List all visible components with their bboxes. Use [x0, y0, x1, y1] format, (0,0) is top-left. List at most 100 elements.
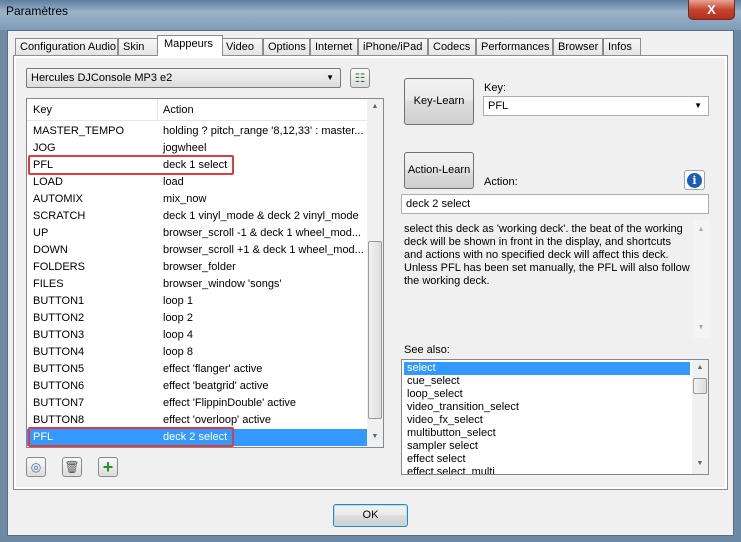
key-learn-button[interactable]: Key-Learn: [404, 78, 474, 125]
tab-codecs[interactable]: Codecs: [428, 38, 476, 56]
tab-options[interactable]: Options: [263, 38, 310, 56]
table-row[interactable]: MASTER_TEMPO holding ? pitch_range '8,12,…: [27, 123, 367, 140]
row-action: effect 'flanger' active: [163, 363, 263, 375]
tab-iphone-ipad[interactable]: iPhone/iPad: [358, 38, 428, 56]
scroll-thumb[interactable]: [693, 378, 707, 394]
row-key: AUTOMIX: [33, 193, 83, 205]
table-row[interactable]: UP browser_scroll -1 & deck 1 wheel_mod..…: [27, 225, 367, 242]
see-also-list[interactable]: select cue_select loop_select video_transit…: [401, 359, 709, 475]
table-row[interactable]: BUTTON1 loop 1: [27, 293, 367, 310]
row-key: LOAD: [33, 176, 63, 188]
row-key: FOLDERS: [33, 261, 85, 273]
title-bar[interactable]: [0, 0, 741, 30]
row-action: effect 'FlippinDouble' active: [163, 397, 297, 409]
trash-icon: 🗑: [64, 460, 80, 474]
tab-internet[interactable]: Internet: [310, 38, 358, 56]
highlight-box: [28, 155, 234, 175]
close-button[interactable]: X: [688, 0, 735, 20]
see-also-item[interactable]: effect select_multi: [404, 466, 690, 474]
row-action: loop 8: [163, 346, 193, 358]
table-row[interactable]: SCRATCH deck 1 vinyl_mode & deck 2 vinyl_…: [27, 208, 367, 225]
tab-video[interactable]: Video: [221, 38, 263, 56]
window-title: Paramètres: [6, 4, 69, 18]
ok-button[interactable]: OK: [333, 504, 408, 527]
scroll-thumb[interactable]: [368, 241, 382, 419]
row-key: BUTTON6: [33, 380, 85, 392]
row-action: loop 4: [163, 329, 193, 341]
mapper-options-button[interactable]: ☷: [350, 68, 370, 88]
see-also-item[interactable]: sampler select: [404, 440, 690, 453]
action-learn-button[interactable]: Action-Learn: [404, 152, 474, 189]
row-action: browser_window 'songs': [163, 278, 282, 290]
table-row[interactable]: BUTTON6 effect 'beatgrid' active: [27, 378, 367, 395]
plus-icon: +: [102, 457, 114, 477]
tab-browser[interactable]: Browser: [553, 38, 603, 56]
column-header-action[interactable]: Action: [163, 104, 194, 116]
action-input[interactable]: deck 2 select: [401, 194, 709, 214]
see-also-item[interactable]: cue_select: [404, 375, 690, 388]
row-key: DOWN: [33, 244, 68, 256]
description-box: select this deck as 'working deck'. the …: [401, 220, 709, 338]
row-action: holding ? pitch_range '8,12,33' : master…: [163, 125, 364, 137]
row-key: BUTTON5: [33, 363, 85, 375]
see-also-item[interactable]: multibutton_select: [404, 427, 690, 440]
table-row[interactable]: BUTTON5 effect 'flanger' active: [27, 361, 367, 378]
row-key: BUTTON3: [33, 329, 85, 341]
scroll-down-icon[interactable]: ▼: [692, 460, 708, 467]
tab-configuration-audio[interactable]: Configuration Audio: [15, 38, 118, 56]
scroll-down-icon[interactable]: ▼: [367, 433, 383, 440]
description-text: select this deck as 'working deck'. the …: [404, 223, 690, 287]
see-also-item[interactable]: video_transition_select: [404, 401, 690, 414]
table-row[interactable]: BUTTON7 effect 'FlippinDouble' active: [27, 395, 367, 412]
row-action: mix_now: [163, 193, 207, 205]
row-key: BUTTON2: [33, 312, 85, 324]
see-also-item[interactable]: effect select: [404, 453, 690, 466]
device-select-value: Hercules DJConsole MP3 e2: [31, 72, 173, 84]
row-key: BUTTON7: [33, 397, 85, 409]
row-action: load: [163, 176, 184, 188]
see-also-item[interactable]: select: [404, 362, 690, 375]
table-row[interactable]: AUTOMIX mix_now: [27, 191, 367, 208]
table-row[interactable]: DOWN browser_scroll +1 & deck 1 wheel_mod…: [27, 242, 367, 259]
column-header-key[interactable]: Key: [33, 104, 52, 116]
row-action: browser_folder: [163, 261, 236, 273]
table-row[interactable]: FILES browser_window 'songs': [27, 276, 367, 293]
key-select-value: PFL: [488, 100, 509, 112]
row-key: MASTER_TEMPO: [33, 125, 125, 137]
key-select[interactable]: PFL ▼: [483, 96, 709, 116]
scroll-up-icon[interactable]: ▲: [692, 364, 708, 371]
table-row[interactable]: BUTTON4 loop 8: [27, 344, 367, 361]
tab-skin[interactable]: Skin: [118, 38, 159, 56]
table-row[interactable]: BUTTON2 loop 2: [27, 310, 367, 327]
tab-infos[interactable]: Infos: [603, 38, 641, 56]
row-key: FILES: [33, 278, 64, 290]
mapping-list[interactable]: Key Action MASTER_TEMPO holding ? pitch_r…: [26, 98, 384, 448]
list-header: Key Action: [27, 99, 367, 121]
import-button[interactable]: ◎: [26, 457, 46, 477]
disc-icon: ◎: [30, 460, 42, 474]
delete-button[interactable]: 🗑: [62, 457, 82, 477]
tab-performances[interactable]: Performances: [476, 38, 553, 56]
table-row[interactable]: FOLDERS browser_folder: [27, 259, 367, 276]
description-scrollbar[interactable]: ▲ ▼: [693, 220, 709, 338]
scroll-up-icon[interactable]: ▲: [367, 103, 383, 110]
mapping-list-scrollbar[interactable]: ▲ ▼: [367, 99, 383, 447]
device-select[interactable]: Hercules DJConsole MP3 e2 ▼: [26, 68, 341, 88]
chevron-down-icon: ▼: [694, 101, 702, 110]
tab-mappeurs[interactable]: Mappeurs: [157, 35, 223, 56]
table-row[interactable]: LOAD load: [27, 174, 367, 191]
row-action: deck 1 vinyl_mode & deck 2 vinyl_mode: [163, 210, 359, 222]
scroll-down-icon[interactable]: ▼: [693, 324, 709, 331]
see-also-item[interactable]: video_fx_select: [404, 414, 690, 427]
see-also-item[interactable]: loop_select: [404, 388, 690, 401]
list-icon: ☷: [354, 71, 366, 85]
row-action: loop 1: [163, 295, 193, 307]
info-button[interactable]: i: [684, 170, 705, 190]
table-row[interactable]: BUTTON3 loop 4: [27, 327, 367, 344]
row-action: browser_scroll -1 & deck 1 wheel_mod...: [163, 227, 362, 239]
info-icon: i: [687, 173, 702, 188]
scroll-up-icon[interactable]: ▲: [693, 226, 709, 233]
row-action: effect 'beatgrid' active: [163, 380, 269, 392]
add-button[interactable]: +: [98, 457, 118, 477]
see-also-scrollbar[interactable]: ▲ ▼: [692, 360, 708, 474]
